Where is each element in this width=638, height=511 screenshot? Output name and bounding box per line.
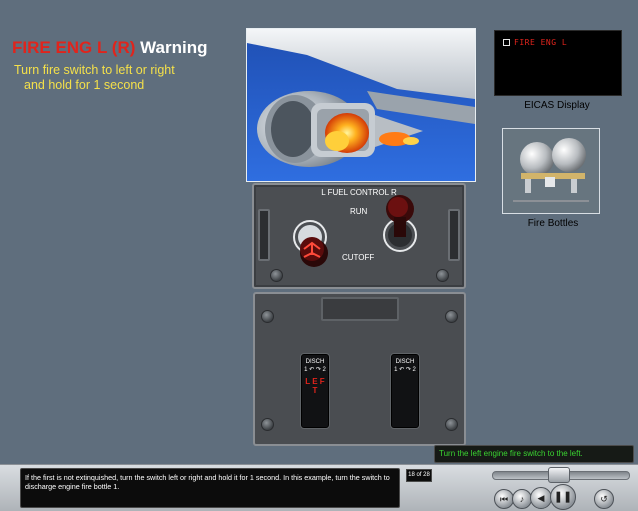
left-fire-light: L E F T [305, 377, 325, 395]
checkbox-icon [503, 39, 510, 46]
warning-title-red: FIRE ENG L (R) [12, 38, 136, 57]
page-indicator: 18 of 28 [406, 469, 432, 482]
right-rail [448, 209, 460, 261]
fire-bottles-image [502, 128, 600, 214]
caption-text: If the first is not extinquished, turn t… [25, 473, 390, 491]
eicas-message-text: FIRE ENG L [514, 38, 568, 47]
panel-screw [261, 310, 274, 323]
right-engine-fire-switch[interactable]: DISCH 1 ↶ ↷ 2 [391, 354, 419, 428]
left-rail [258, 209, 270, 261]
left-disch-label: DISCH [305, 359, 325, 365]
cutoff-label: CUTOFF [342, 253, 375, 262]
right-disch-label: DISCH [395, 359, 415, 365]
instruction-line-1: Turn fire switch to left or right [14, 63, 175, 77]
panel-screw [445, 310, 458, 323]
eicas-label: EICAS Display [524, 100, 590, 111]
fire-bottles-label: Fire Bottles [527, 218, 579, 229]
panel-screw [445, 418, 458, 431]
audio-icon[interactable]: ♪ [512, 489, 532, 509]
caption-box: If the first is not extinquished, turn t… [20, 468, 400, 508]
panel-screw [436, 269, 449, 282]
right-bottle-arc: 1 ↶ ↷ 2 [394, 367, 416, 373]
fuel-control-title: L FUEL CONTROL R [321, 188, 397, 197]
replay-icon[interactable]: ↺ [594, 489, 614, 509]
progress-slider-handle[interactable] [548, 467, 570, 483]
right-fuel-control-switch[interactable] [378, 193, 422, 252]
eicas-display: FIRE ENG L [494, 30, 622, 96]
warning-title: FIRE ENG L (R) Warning [12, 38, 208, 58]
previous-icon[interactable]: ◀ [530, 487, 552, 509]
panel-screw [270, 269, 283, 282]
instruction-text: Turn fire switch to left or right and ho… [14, 63, 214, 93]
eicas-message: FIRE ENG L [503, 38, 567, 47]
left-fuel-control-switch[interactable] [290, 219, 336, 267]
status-bar: Turn the left engine fire switch to the … [434, 445, 634, 463]
left-engine-fire-switch[interactable]: DISCH 1 ↶ ↷ 2 L E F T [301, 354, 329, 428]
pause-icon[interactable]: ❚❚ [550, 484, 576, 510]
panel-screw [261, 418, 274, 431]
skip-back-icon[interactable]: ⏮ [494, 489, 514, 509]
left-bottle-arc: 1 ↶ ↷ 2 [304, 367, 326, 373]
instruction-line-2: and hold for 1 second [24, 78, 145, 92]
fire-panel-plate [321, 297, 399, 321]
engine-fire-image [246, 28, 476, 182]
fire-switch-panel: DISCH 1 ↶ ↷ 2 L E F T DISCH 1 ↶ ↷ 2 [253, 292, 466, 446]
status-text: Turn the left engine fire switch to the … [439, 449, 583, 458]
warning-title-white: Warning [135, 38, 208, 57]
fuel-control-panel: L FUEL CONTROL R RUN CUTOFF [252, 183, 466, 289]
run-label: RUN [350, 207, 368, 216]
